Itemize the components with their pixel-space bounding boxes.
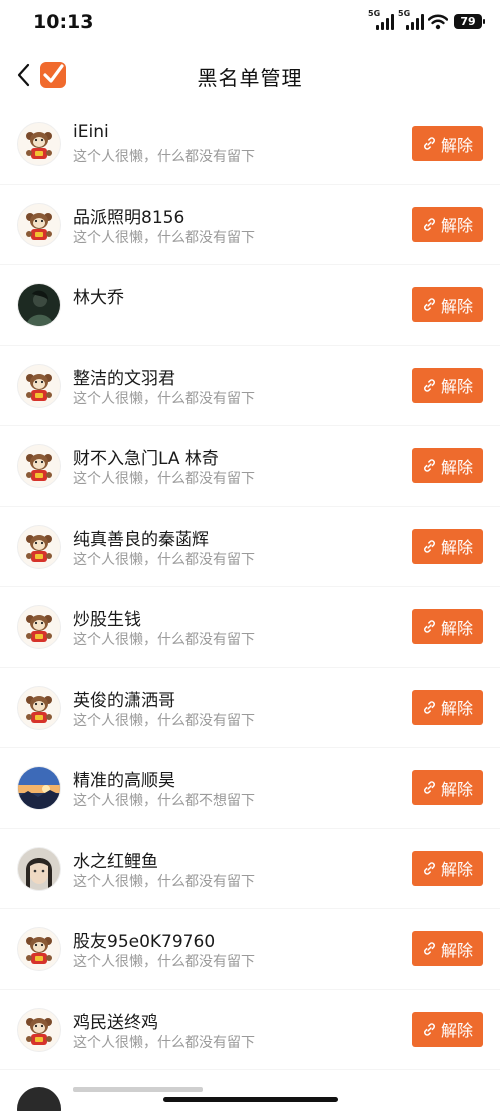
avatar[interactable]: [17, 363, 61, 408]
status-time: 10:13: [33, 11, 94, 33]
page-title: 黑名单管理: [197, 66, 303, 90]
user-name: 纯真善良的秦菡辉: [73, 529, 209, 550]
link-icon: [424, 137, 435, 150]
link-icon: [424, 781, 435, 794]
unblock-button[interactable]: 解除: [412, 1011, 483, 1047]
status-bar: 10:13 5G 5G 79: [0, 0, 500, 46]
blacklist: iEini 这个人很懒，什么都没有留下 解除 品派照明8156 这个人很懒，什么都没有留…: [0, 104, 500, 1070]
avatar[interactable]: [17, 685, 61, 730]
unblock-label: 解除: [440, 779, 473, 799]
unblock-label: 解除: [440, 699, 473, 718]
link-icon: [424, 1022, 435, 1036]
link-icon: [424, 378, 435, 392]
link-icon: [424, 217, 435, 231]
user-name: 精准的高顺昊: [73, 771, 175, 791]
link-icon: [424, 700, 435, 714]
user-bio: 这个人很懒，什么都没有留下: [73, 551, 255, 568]
unblock-button[interactable]: 解除: [412, 609, 483, 644]
avatar[interactable]: [17, 444, 61, 488]
link-icon: [424, 539, 435, 553]
unblock-button[interactable]: 解除: [412, 528, 483, 564]
signal-icon: 5G: [368, 9, 394, 30]
unblock-label: 解除: [440, 216, 473, 235]
unblock-label: 解除: [440, 538, 473, 557]
user-name: 整洁的文羽君: [73, 368, 175, 389]
unblock-button[interactable]: 解除: [412, 126, 483, 161]
user-bio: 这个人很懒，什么都没有留下: [73, 390, 255, 407]
avatar[interactable]: [17, 927, 61, 971]
list-item[interactable]: 林大乔 解除: [0, 265, 500, 346]
list-item[interactable]: 品派照明8156 这个人很懒，什么都没有留下 解除: [0, 185, 500, 265]
avatar[interactable]: [17, 122, 61, 166]
status-icons: 5G 5G 79: [368, 9, 485, 30]
user-bio: 这个人很懒，什么都没有留下: [73, 149, 255, 165]
user-name: 水之红鲤鱼: [73, 851, 158, 872]
unblock-button[interactable]: 解除: [412, 287, 483, 322]
link-icon: [424, 861, 435, 875]
user-bio: 这个人很懒，什么都没有留下: [73, 632, 255, 648]
unblock-label: 解除: [440, 135, 473, 155]
avatar[interactable]: [17, 202, 61, 247]
avatar[interactable]: [17, 1007, 61, 1052]
list-item[interactable]: 英俊的潇洒哥 这个人很懒，什么都没有留下 解除: [0, 668, 500, 748]
user-bio: 这个人很懒，什么都没有留下: [73, 1034, 255, 1051]
list-item[interactable]: iEini 这个人很懒，什么都没有留下 解除: [0, 104, 500, 185]
link-icon: [424, 942, 435, 955]
nav-bar: 黑名单管理: [0, 46, 500, 104]
list-item[interactable]: 财不入急门LA 林奇这个人很懒，什么都没有留下 解除: [0, 426, 500, 507]
avatar[interactable]: [17, 605, 61, 649]
link-icon: [424, 620, 435, 633]
user-bio: 这个人很懒，什么都没有留下: [73, 873, 255, 890]
user-bio: 这个人很懒，什么都没有留下: [73, 229, 255, 246]
user-name: 股友95e0K79760: [73, 932, 216, 952]
list-item[interactable]: 纯真善良的秦菡辉 这个人很懒，什么都没有留下 解除: [0, 507, 500, 587]
unblock-label: 解除: [440, 296, 473, 316]
user-name: iEini: [73, 122, 109, 142]
user-bio: 这个人很懒，什么都没有留下: [73, 471, 255, 487]
avatar[interactable]: [17, 524, 61, 569]
user-name: 林大乔: [73, 288, 124, 308]
partial-name: [73, 1087, 203, 1092]
user-name: 财不入急门LA 林奇: [73, 449, 219, 469]
user-name: 炒股生钱: [73, 610, 141, 630]
signal-icon-2: 5G: [398, 9, 424, 30]
unblock-label: 解除: [440, 618, 473, 638]
link-icon: [424, 459, 435, 472]
list-item[interactable]: 鸡民送终鸡 这个人很懒，什么都没有留下 解除: [0, 990, 500, 1070]
user-name: 英俊的潇洒哥: [73, 690, 175, 711]
list-item[interactable]: 整洁的文羽君 这个人很懒，什么都没有留下 解除: [0, 346, 500, 426]
user-name: 品派照明8156: [73, 207, 185, 228]
user-bio: 这个人很懒，什么都没有留下: [73, 712, 255, 729]
list-item[interactable]: 股友95e0K79760 这个人很懒，什么都没有留下 解除: [0, 909, 500, 990]
avatar[interactable]: [17, 846, 61, 891]
unblock-button[interactable]: 解除: [412, 367, 483, 403]
unblock-label: 解除: [440, 1021, 473, 1040]
unblock-button[interactable]: 解除: [412, 931, 483, 966]
avatar[interactable]: [17, 283, 61, 327]
unblock-button[interactable]: 解除: [412, 689, 483, 725]
list-item[interactable]: 水之红鲤鱼 这个人很懒，什么都没有留下 解除: [0, 829, 500, 909]
unblock-button[interactable]: 解除: [412, 206, 483, 242]
user-bio: 这个人很懒，什么都没有留下: [73, 954, 255, 970]
unblock-label: 解除: [440, 860, 473, 879]
home-indicator: [163, 1097, 338, 1102]
wifi-icon: [428, 14, 448, 29]
unblock-label: 解除: [440, 940, 473, 960]
list-item[interactable]: 精准的高顺昊这个人很懒，什么都不想留下 解除: [0, 748, 500, 829]
list-item[interactable]: 炒股生钱这个人很懒，什么都没有留下 解除: [0, 587, 500, 668]
avatar[interactable]: [17, 766, 61, 810]
user-name: 鸡民送终鸡: [73, 1012, 158, 1033]
unblock-button[interactable]: 解除: [412, 770, 483, 805]
unblock-label: 解除: [440, 377, 473, 396]
unblock-button[interactable]: 解除: [412, 850, 483, 886]
unblock-label: 解除: [440, 457, 473, 477]
unblock-button[interactable]: 解除: [412, 448, 483, 483]
link-icon: [424, 298, 435, 311]
avatar: [17, 1087, 61, 1111]
battery-icon: 79: [454, 14, 485, 29]
user-bio: 这个人很懒，什么都不想留下: [73, 793, 255, 809]
